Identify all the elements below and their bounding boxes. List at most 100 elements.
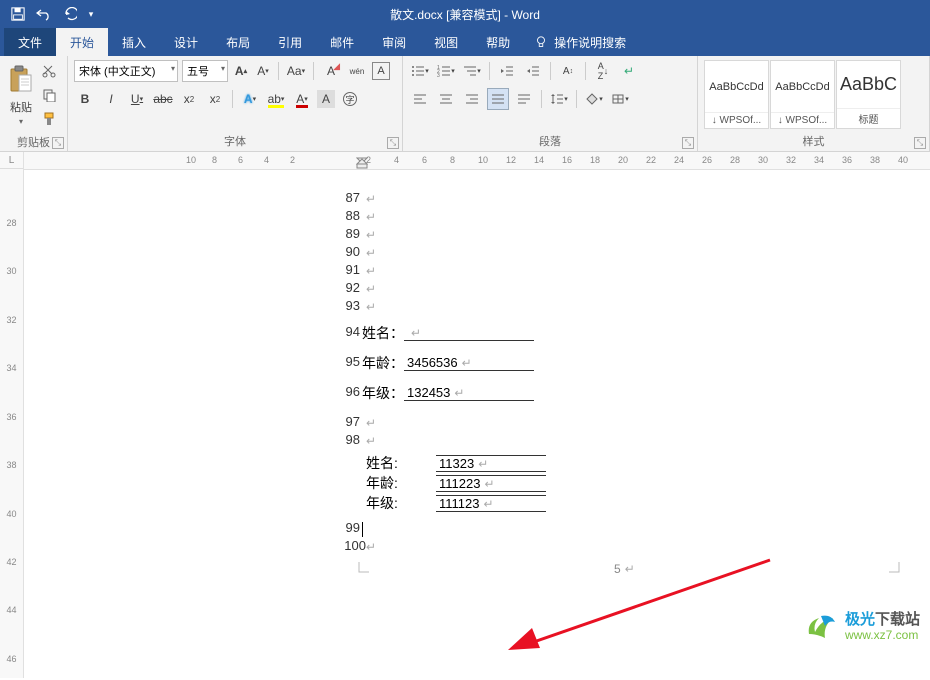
form-field[interactable]: 132453↵ (404, 385, 534, 401)
qat-customize-button[interactable]: ▾ (84, 3, 98, 25)
pilcrow-icon: ↵ (366, 210, 376, 224)
align-left-button[interactable] (409, 88, 431, 110)
highlight-button[interactable]: ab▾ (265, 88, 287, 110)
font-size-combo[interactable]: 五号▾ (182, 60, 228, 82)
ruler-tick: 42 (6, 557, 16, 581)
form-label: 年龄: (366, 473, 436, 493)
ruler-tick: 36 (842, 155, 852, 165)
ruler-tick: 32 (6, 315, 16, 339)
tab-design[interactable]: 设计 (160, 28, 212, 56)
ruler-tick: 18 (590, 155, 600, 165)
tab-review[interactable]: 审阅 (368, 28, 420, 56)
form-field[interactable]: 111123↵ (436, 495, 546, 512)
ruler-tick: 8 (450, 155, 455, 165)
styles-dialog-launcher[interactable]: ⤡ (914, 137, 926, 149)
text-direction-button[interactable]: A↕ (557, 60, 579, 82)
change-case-button[interactable]: Aa▾ (285, 60, 307, 82)
ruler-tick: 28 (6, 218, 16, 242)
quick-access-toolbar: ▾ (0, 3, 98, 25)
style-preview: AaBbCcDd (771, 61, 834, 112)
style-name: 标题 (837, 108, 900, 128)
text-effects-button[interactable]: A▾ (239, 88, 261, 110)
align-center-button[interactable] (435, 88, 457, 110)
clipboard-dialog-launcher[interactable]: ⤡ (52, 137, 64, 149)
ruler-tick: 2 (290, 155, 295, 165)
show-hide-marks-button[interactable]: ↵ (618, 60, 640, 82)
phonetic-guide-button[interactable]: wén (346, 60, 368, 82)
align-right-button[interactable] (461, 88, 483, 110)
sort-button[interactable]: AZ↓ (592, 60, 614, 82)
font-color-button[interactable]: A▾ (291, 88, 313, 110)
font-name-combo[interactable]: 宋体 (中文正文)▾ (74, 60, 178, 82)
character-shading-button[interactable]: A (317, 90, 335, 108)
numbering-button[interactable]: 123▾ (435, 60, 457, 82)
pilcrow-icon: ↵ (366, 192, 376, 206)
grow-font-button[interactable]: A▴ (232, 60, 250, 82)
cut-button[interactable] (38, 60, 60, 82)
line-number: 87 (320, 190, 360, 205)
increase-indent-button[interactable] (522, 60, 544, 82)
paste-button[interactable]: 粘贴 ▾ (6, 60, 36, 130)
style-card-1[interactable]: AaBbCcDd↓ WPSOf... (770, 60, 835, 129)
italic-button[interactable]: I (100, 88, 122, 110)
form-field[interactable]: ↵ (404, 325, 534, 341)
form-field[interactable]: 3456536↵ (404, 355, 534, 371)
save-button[interactable] (6, 3, 30, 25)
strikethrough-button[interactable]: abc (152, 88, 174, 110)
group-paragraph: ▾ 123▾ ▾ A↕ AZ↓ ↵ ▾ ▾ (403, 56, 698, 151)
document-area[interactable]: 87↵88↵89↵90↵91↵92↵93↵94姓名：↵95年龄：3456536↵… (24, 170, 930, 678)
form-field[interactable]: 111223↵ (436, 475, 546, 492)
justify-button[interactable] (487, 88, 509, 110)
style-card-2[interactable]: AaBbC标题 (836, 60, 901, 129)
bold-button[interactable]: B (74, 88, 96, 110)
tab-mailings[interactable]: 邮件 (316, 28, 368, 56)
vertical-ruler[interactable]: L28303234363840424446 (0, 152, 24, 678)
window-title: 散文.docx [兼容模式] - Word (390, 6, 540, 23)
group-label-clipboard: 剪贴板 (17, 137, 50, 149)
group-label-paragraph: 段落 (539, 136, 561, 148)
distributed-button[interactable] (513, 88, 535, 110)
enclose-characters-button[interactable]: 字 (339, 88, 361, 110)
title-bar: ▾ 散文.docx [兼容模式] - Word (0, 0, 930, 28)
underline-button[interactable]: U ▾ (126, 88, 148, 110)
character-border-button[interactable]: A (372, 62, 390, 80)
form-field[interactable]: 11323↵ (436, 455, 546, 472)
tab-file[interactable]: 文件 (4, 28, 56, 56)
form-row: 年级：132453↵ (362, 384, 534, 402)
tab-layout[interactable]: 布局 (212, 28, 264, 56)
subscript-button[interactable]: x2 (178, 88, 200, 110)
form-row: 姓名:11323↵ (366, 454, 546, 472)
borders-button[interactable]: ▾ (609, 88, 631, 110)
line-number: 88 (320, 208, 360, 223)
shrink-font-button[interactable]: A▾ (254, 60, 272, 82)
tab-insert[interactable]: 插入 (108, 28, 160, 56)
svg-text:3: 3 (437, 73, 440, 77)
font-dialog-launcher[interactable]: ⤡ (387, 137, 399, 149)
ruler-tick: 26 (702, 155, 712, 165)
paragraph-dialog-launcher[interactable]: ⤡ (682, 137, 694, 149)
tab-view[interactable]: 视图 (420, 28, 472, 56)
horizontal-ruler[interactable]: 1086422468101214161820222426283032343638… (24, 152, 930, 170)
tab-help[interactable]: 帮助 (472, 28, 524, 56)
style-card-0[interactable]: AaBbCcDd↓ WPSOf... (704, 60, 769, 129)
tab-references[interactable]: 引用 (264, 28, 316, 56)
ruler-tick: 2 (366, 155, 371, 165)
clear-formatting-button[interactable]: A◢ (320, 60, 342, 82)
ruler-tick: 4 (394, 155, 399, 165)
undo-button[interactable] (32, 3, 56, 25)
decrease-indent-button[interactable] (496, 60, 518, 82)
line-number: 93 (320, 298, 360, 313)
redo-button[interactable] (58, 3, 82, 25)
line-spacing-button[interactable]: ▾ (548, 88, 570, 110)
shading-button[interactable]: ▾ (583, 88, 605, 110)
copy-button[interactable] (38, 84, 60, 106)
line-number: 97 (320, 414, 360, 429)
paragraph-mark: ↵ (362, 262, 376, 280)
tab-home[interactable]: 开始 (56, 28, 108, 56)
superscript-button[interactable]: x2 (204, 88, 226, 110)
pilcrow-icon: ↵ (366, 264, 376, 278)
multilevel-list-button[interactable]: ▾ (461, 60, 483, 82)
bullets-button[interactable]: ▾ (409, 60, 431, 82)
tell-me-search[interactable]: 操作说明搜索 (524, 28, 636, 56)
format-painter-button[interactable] (38, 108, 60, 130)
